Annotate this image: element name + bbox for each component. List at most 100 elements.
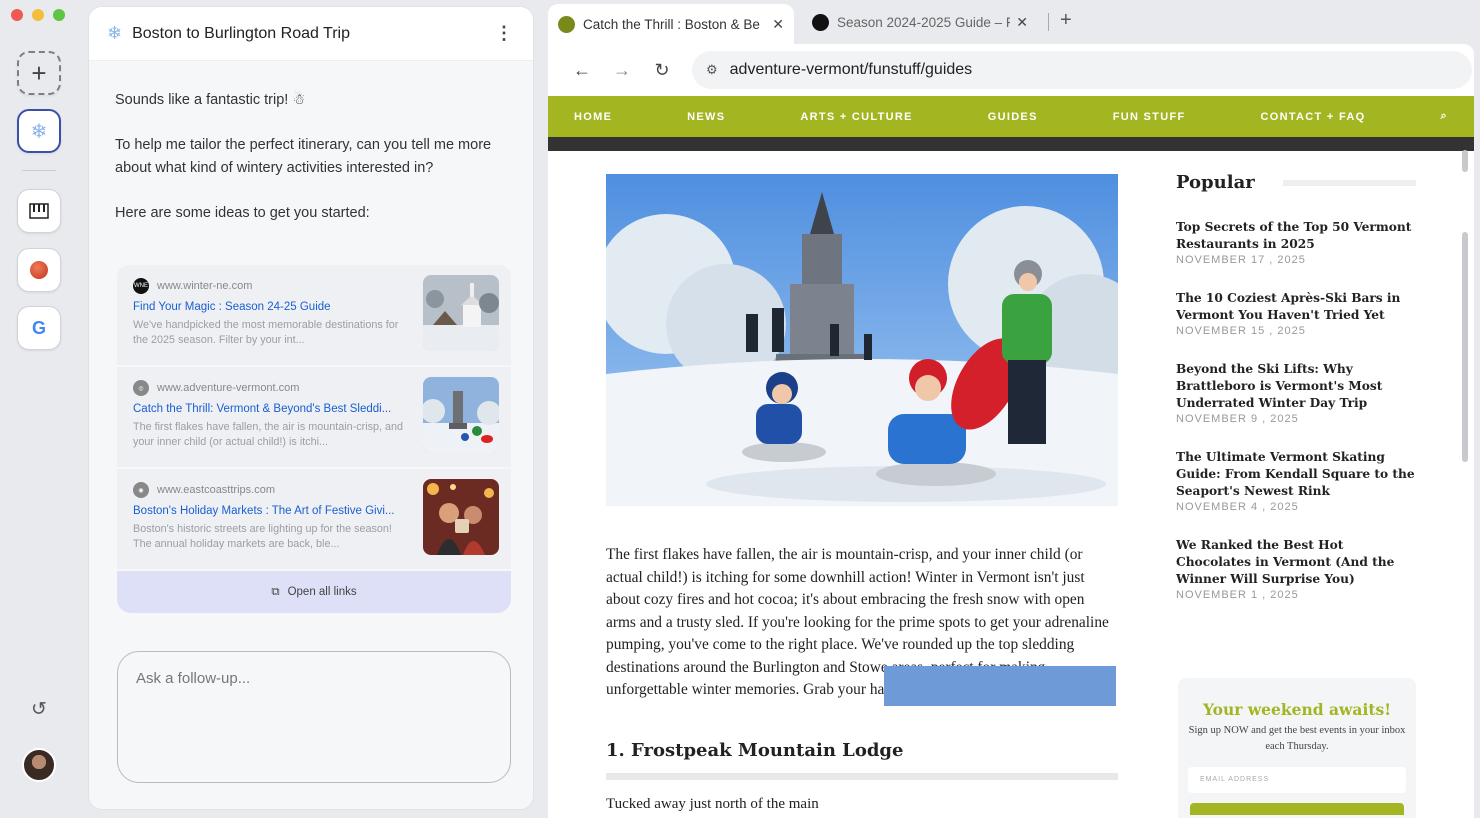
card-domain: www.eastcoasttrips.com bbox=[157, 484, 275, 496]
card-link[interactable]: Boston's Holiday Markets : The Art of Fe… bbox=[133, 505, 411, 517]
piano-icon bbox=[29, 203, 49, 219]
rail-divider bbox=[22, 170, 56, 171]
nav-news[interactable]: NEWS bbox=[687, 111, 725, 123]
popular-item[interactable]: The 10 Coziest Après-Ski Bars in Vermont… bbox=[1176, 290, 1416, 337]
ball-icon bbox=[30, 261, 48, 279]
snowflake-icon: ❄ bbox=[107, 23, 123, 43]
newsletter-title: Your weekend awaits! bbox=[1202, 700, 1392, 719]
chat-title: Boston to Burlington Road Trip bbox=[132, 24, 350, 42]
popular-item[interactable]: Beyond the Ski Lifts: Why Brattleboro is… bbox=[1176, 361, 1416, 425]
new-chat-button[interactable]: + bbox=[17, 51, 61, 95]
card-domain: www.winter-ne.com bbox=[157, 280, 253, 292]
popular-sidebar: Popular Top Secrets of the Top 50 Vermon… bbox=[1176, 172, 1416, 625]
tab-label: Catch the Thrill : Boston & Be bbox=[583, 16, 760, 32]
chat-header: ❄ Boston to Burlington Road Trip ⋮ bbox=[89, 7, 533, 61]
close-tab-icon[interactable]: ✕ bbox=[1016, 14, 1028, 31]
popular-title: Popular bbox=[1176, 172, 1255, 193]
tab-strip: Catch the Thrill : Boston & Be ✕ Season … bbox=[548, 0, 1480, 44]
avatar[interactable] bbox=[22, 748, 56, 782]
open-all-label: Open all links bbox=[287, 586, 357, 598]
popular-item-title[interactable]: We Ranked the Best Hot Chocolates in Ver… bbox=[1176, 537, 1416, 588]
site-favicon-icon bbox=[812, 13, 829, 31]
snowflake-icon: ❄ bbox=[30, 120, 48, 143]
message-line: To help me tailor the perfect itinerary,… bbox=[115, 137, 492, 176]
popular-item-title[interactable]: The 10 Coziest Après-Ski Bars in Vermont… bbox=[1176, 290, 1416, 324]
ball-app-button[interactable] bbox=[17, 248, 61, 292]
card-link[interactable]: Catch the Thrill: Vermont & Beyond's Bes… bbox=[133, 403, 411, 415]
card-link[interactable]: Find Your Magic : Season 24-25 Guide bbox=[133, 301, 411, 313]
popular-item-title[interactable]: Beyond the Ski Lifts: Why Brattleboro is… bbox=[1176, 361, 1416, 412]
open-all-links-button[interactable]: ⧉ Open all links bbox=[117, 571, 511, 613]
site-favicon-icon bbox=[558, 15, 575, 33]
link-card[interactable]: WNE www.winter-ne.com Find Your Magic : S… bbox=[117, 265, 511, 367]
newsletter-subtitle: Sign up NOW and get the best events in y… bbox=[1188, 725, 1406, 752]
message-line: Here are some ideas to get you started: bbox=[115, 205, 370, 221]
card-thumbnail bbox=[423, 275, 499, 351]
popular-item-title[interactable]: The Ultimate Vermont Skating Guide: From… bbox=[1176, 449, 1416, 500]
follow-up-input[interactable]: Ask a follow-up... bbox=[117, 651, 511, 783]
history-icon[interactable]: ↺ bbox=[27, 698, 51, 722]
forward-icon[interactable]: → bbox=[602, 60, 642, 81]
browser-window: ← → ↻ ⚙ adventure-vermont/funstuff/guide… bbox=[548, 44, 1474, 818]
section-heading: 1. Frostpeak Mountain Lodge bbox=[606, 740, 1118, 780]
follow-up-placeholder: Ask a follow-up... bbox=[136, 670, 251, 687]
popular-item[interactable]: The Ultimate Vermont Skating Guide: From… bbox=[1176, 449, 1416, 513]
new-tab-icon[interactable]: + bbox=[1060, 9, 1072, 32]
site-favicon-icon: ◎ bbox=[133, 380, 149, 396]
tab-label: Season 2024-2025 Guide – F bbox=[837, 14, 1011, 30]
popular-item[interactable]: Top Secrets of the Top 50 Vermont Restau… bbox=[1176, 219, 1416, 266]
card-thumbnail bbox=[423, 479, 499, 555]
nav-arts-culture[interactable]: ARTS + CULTURE bbox=[800, 111, 912, 123]
google-icon: G bbox=[31, 317, 46, 338]
assistant-message: Sounds like a fantastic trip! ☃ To help … bbox=[89, 61, 533, 225]
back-icon[interactable]: ← bbox=[562, 60, 602, 81]
snowflake-chat-button[interactable]: ❄ bbox=[17, 109, 61, 153]
plus-icon: + bbox=[31, 57, 47, 88]
popular-item-date: NOVEMBER 9 , 2025 bbox=[1176, 413, 1299, 425]
hero-image bbox=[606, 174, 1118, 506]
external-link-icon: ⧉ bbox=[271, 585, 280, 598]
popular-item-date: NOVEMBER 15 , 2025 bbox=[1176, 325, 1306, 337]
close-tab-icon[interactable]: ✕ bbox=[772, 16, 784, 33]
scrollbar-top[interactable] bbox=[1462, 150, 1468, 172]
popular-item-date: NOVEMBER 4 , 2025 bbox=[1176, 501, 1299, 513]
popular-item-date: NOVEMBER 17 , 2025 bbox=[1176, 254, 1306, 266]
nav-contact-faq[interactable]: CONTACT + FAQ bbox=[1260, 111, 1365, 123]
card-domain: www.adventure-vermont.com bbox=[157, 382, 300, 394]
site-navigation: HOME NEWS ARTS + CULTURE GUIDES FUN STUF… bbox=[548, 96, 1474, 151]
nav-guides[interactable]: GUIDES bbox=[988, 111, 1038, 123]
google-app-button[interactable]: G bbox=[17, 306, 61, 350]
browser-toolbar: ← → ↻ ⚙ adventure-vermont/funstuff/guide… bbox=[548, 44, 1474, 96]
link-card[interactable]: ◉ www.eastcoasttrips.com Boston's Holiday… bbox=[117, 469, 511, 571]
section-image bbox=[884, 666, 1116, 706]
card-thumbnail bbox=[423, 377, 499, 453]
subscribe-button[interactable] bbox=[1190, 803, 1404, 815]
tab-season-guide[interactable]: Season 2024-2025 Guide – F ✕ bbox=[802, 6, 1038, 38]
email-field[interactable]: EMAIL ADDRESS bbox=[1188, 767, 1406, 793]
tab-catch-the-thrill[interactable]: Catch the Thrill : Boston & Be ✕ bbox=[548, 4, 794, 44]
address-bar[interactable]: ⚙ adventure-vermont/funstuff/guides bbox=[692, 51, 1472, 89]
reload-icon[interactable]: ↻ bbox=[642, 60, 682, 81]
card-description: We've handpicked the most memorable dest… bbox=[133, 319, 399, 346]
url-text: adventure-vermont/funstuff/guides bbox=[729, 61, 973, 78]
more-options-icon[interactable]: ⋮ bbox=[495, 23, 513, 44]
scrollbar-thumb[interactable] bbox=[1462, 232, 1468, 462]
nav-home[interactable]: HOME bbox=[574, 111, 612, 123]
left-rail: + ❄ G ↺ bbox=[0, 0, 80, 818]
site-favicon-icon: WNE bbox=[133, 278, 149, 294]
search-icon[interactable]: ⌕ bbox=[1440, 110, 1447, 123]
article: The first flakes have fallen, the air is… bbox=[606, 174, 1118, 813]
site-settings-icon[interactable]: ⚙ bbox=[706, 62, 718, 78]
email-placeholder: EMAIL ADDRESS bbox=[1200, 776, 1270, 783]
message-line: Sounds like a fantastic trip! ☃ bbox=[115, 92, 306, 108]
popular-item-date: NOVEMBER 1 , 2025 bbox=[1176, 589, 1299, 601]
popular-item[interactable]: We Ranked the Best Hot Chocolates in Ver… bbox=[1176, 537, 1416, 601]
piano-app-button[interactable] bbox=[17, 189, 61, 233]
heading-rule bbox=[1282, 179, 1416, 186]
link-card[interactable]: ◎ www.adventure-vermont.com Catch the Thr… bbox=[117, 367, 511, 469]
chat-panel: ❄ Boston to Burlington Road Trip ⋮ Sound… bbox=[88, 6, 534, 810]
card-description: The first flakes have fallen, the air is… bbox=[133, 421, 404, 448]
popular-heading: Popular bbox=[1176, 172, 1416, 193]
nav-fun-stuff[interactable]: FUN STUFF bbox=[1113, 111, 1186, 123]
popular-item-title[interactable]: Top Secrets of the Top 50 Vermont Restau… bbox=[1176, 219, 1416, 253]
